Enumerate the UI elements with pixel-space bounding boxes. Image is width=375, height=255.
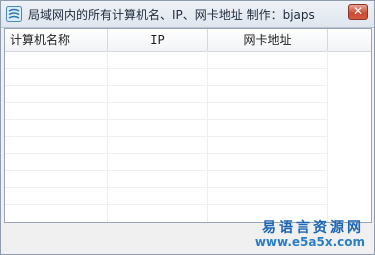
watermark-url: www.e5a5x.com (254, 235, 365, 249)
computer-list[interactable]: 计算机名称 IP 网卡地址 (4, 28, 372, 223)
column-header-mac-address[interactable]: 网卡地址 (208, 29, 328, 51)
app-window: 局域网内的所有计算机名、IP、网卡地址 制作：bjaps ✕ 计算机名称 IP … (0, 0, 375, 255)
grid-line (5, 204, 328, 205)
close-button[interactable]: ✕ (348, 4, 368, 20)
grid-line (5, 187, 328, 188)
grid-line (5, 68, 328, 69)
window-title: 局域网内的所有计算机名、IP、网卡地址 制作：bjaps (28, 8, 315, 22)
grid-line (5, 85, 328, 86)
grid-line (5, 136, 328, 137)
grid-line (5, 170, 328, 171)
title-bar[interactable]: 局域网内的所有计算机名、IP、网卡地址 制作：bjaps ✕ (1, 1, 374, 28)
grid-line (207, 51, 208, 222)
column-header-ip[interactable]: IP (108, 29, 208, 51)
grid-line (5, 153, 328, 154)
grid-line (5, 119, 328, 120)
column-header-filler (328, 29, 371, 51)
grid-line (107, 51, 108, 222)
close-icon: ✕ (352, 4, 364, 18)
column-header-computer-name[interactable]: 计算机名称 (5, 29, 108, 51)
list-header: 计算机名称 IP 网卡地址 (5, 29, 371, 52)
grid-line (327, 51, 328, 222)
watermark-site-name: 易语言资源网 (262, 220, 364, 236)
app-icon (6, 6, 22, 22)
grid-line (5, 102, 328, 103)
